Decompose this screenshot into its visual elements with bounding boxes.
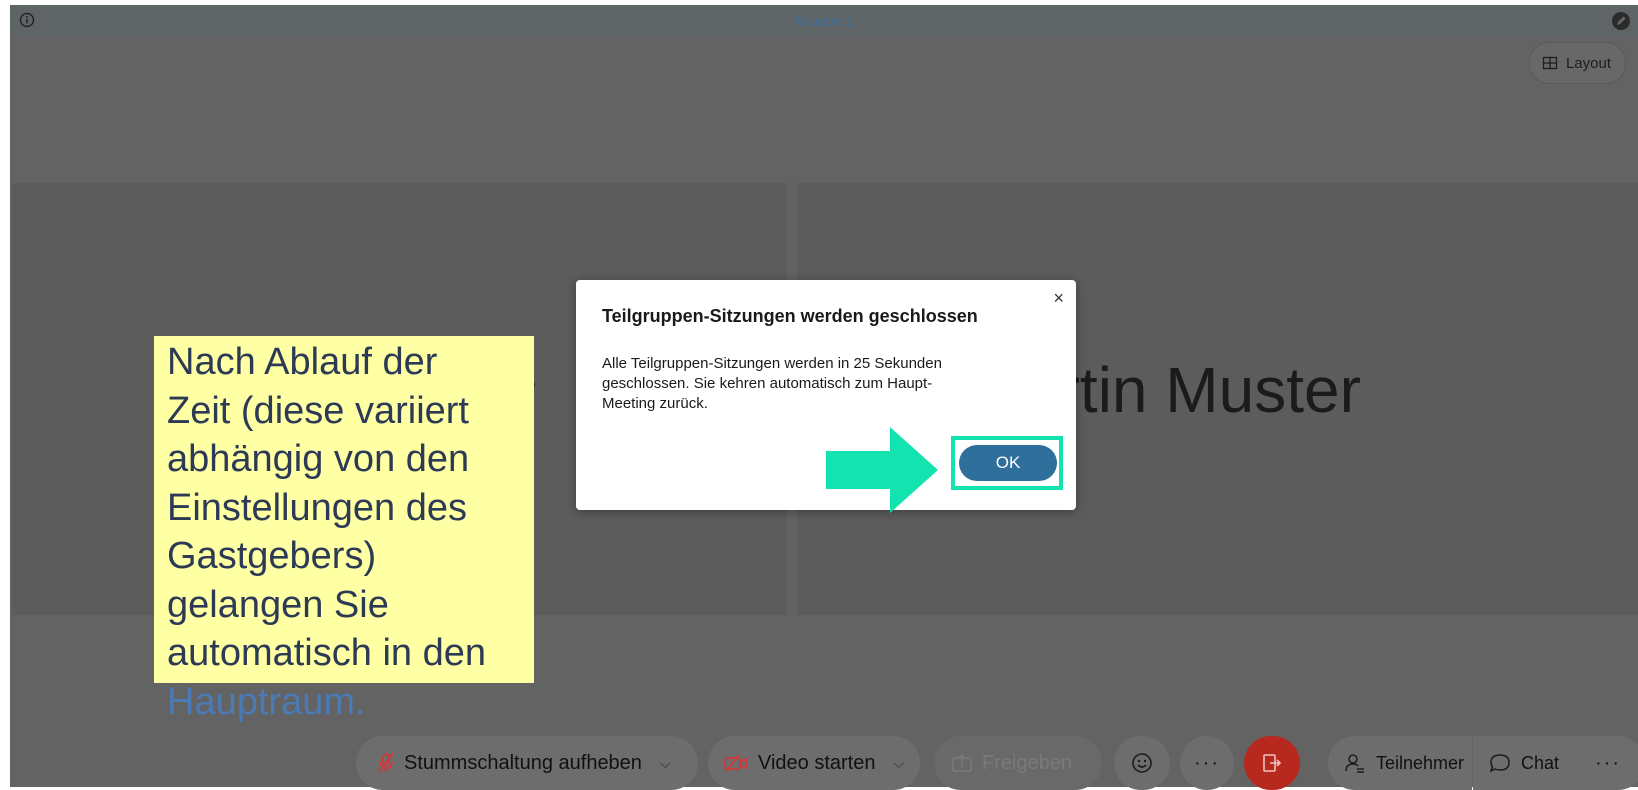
dialog-message-line: geschlossen. Sie kehren automatisch zum … xyxy=(602,375,933,392)
reactions-button[interactable] xyxy=(1114,736,1170,790)
callout-line: abhängig von den xyxy=(167,438,470,480)
callout-line: Nach Ablauf der xyxy=(167,341,438,383)
title-bar: Gruppe 2 xyxy=(10,5,1638,37)
leave-meeting-button[interactable] xyxy=(1244,736,1300,790)
participants-button[interactable]: Teilnehmer xyxy=(1328,736,1472,790)
more-icon: ··· xyxy=(1595,751,1621,774)
share-button[interactable]: Freigeben xyxy=(934,736,1102,790)
chat-label: Chat xyxy=(1521,752,1560,773)
more-icon: ··· xyxy=(1194,751,1220,774)
callout-line: Einstellungen des xyxy=(167,486,467,529)
microphone-muted-icon xyxy=(378,752,394,773)
chat-bubble-icon xyxy=(1489,754,1510,773)
arrow-right-icon xyxy=(826,427,938,513)
layout-grid-icon xyxy=(1542,56,1558,70)
callout-text: Nach Ablauf der Zeit (diese variiert abh… xyxy=(167,338,547,726)
layout-button[interactable]: Layout xyxy=(1528,42,1626,84)
callout-line: Hauptraum. xyxy=(167,680,366,723)
dialog-message-line: Alle Teilgruppen-Sitzungen werden in 25 … xyxy=(602,355,942,372)
chevron-down-icon[interactable]: ⌵ xyxy=(894,755,905,772)
dialog-message: Alle Teilgruppen-Sitzungen werden in 25 … xyxy=(602,354,1022,414)
smiley-icon xyxy=(1132,753,1152,773)
start-video-label: Video starten xyxy=(758,751,876,774)
pencil-icon[interactable] xyxy=(1612,12,1630,30)
camera-off-icon xyxy=(724,754,747,772)
chevron-down-icon[interactable]: ⌵ xyxy=(660,755,671,772)
callout-line: automatisch in den xyxy=(167,632,486,674)
chat-button[interactable]: Chat xyxy=(1473,736,1583,790)
start-video-button[interactable]: Video starten ⌵ xyxy=(708,736,920,790)
dialog-title: Teilgruppen-Sitzungen werden geschlossen xyxy=(602,306,978,326)
dialog-message-line: Meeting zurück. xyxy=(602,395,708,412)
callout-line: Zeit (diese variiert xyxy=(167,389,469,432)
close-icon[interactable]: × xyxy=(1053,288,1064,309)
participants-label: Teilnehmer xyxy=(1376,752,1465,773)
window-title: Gruppe 2 xyxy=(794,13,854,29)
callout-line: Gastgebers) xyxy=(167,535,377,577)
share-label: Freigeben xyxy=(982,751,1073,774)
person-icon xyxy=(1345,754,1364,773)
share-icon xyxy=(952,754,972,772)
unmute-button[interactable]: Stummschaltung aufheben ⌵ xyxy=(356,736,698,790)
unmute-label: Stummschaltung aufheben xyxy=(404,751,642,774)
ok-button[interactable]: OK xyxy=(959,445,1057,481)
more-panels-button[interactable]: ··· xyxy=(1583,736,1638,790)
leave-icon xyxy=(1263,754,1282,772)
more-options-button[interactable]: ··· xyxy=(1180,736,1234,790)
callout-line: gelangen Sie xyxy=(167,583,389,626)
layout-button-label: Layout xyxy=(1565,54,1611,72)
